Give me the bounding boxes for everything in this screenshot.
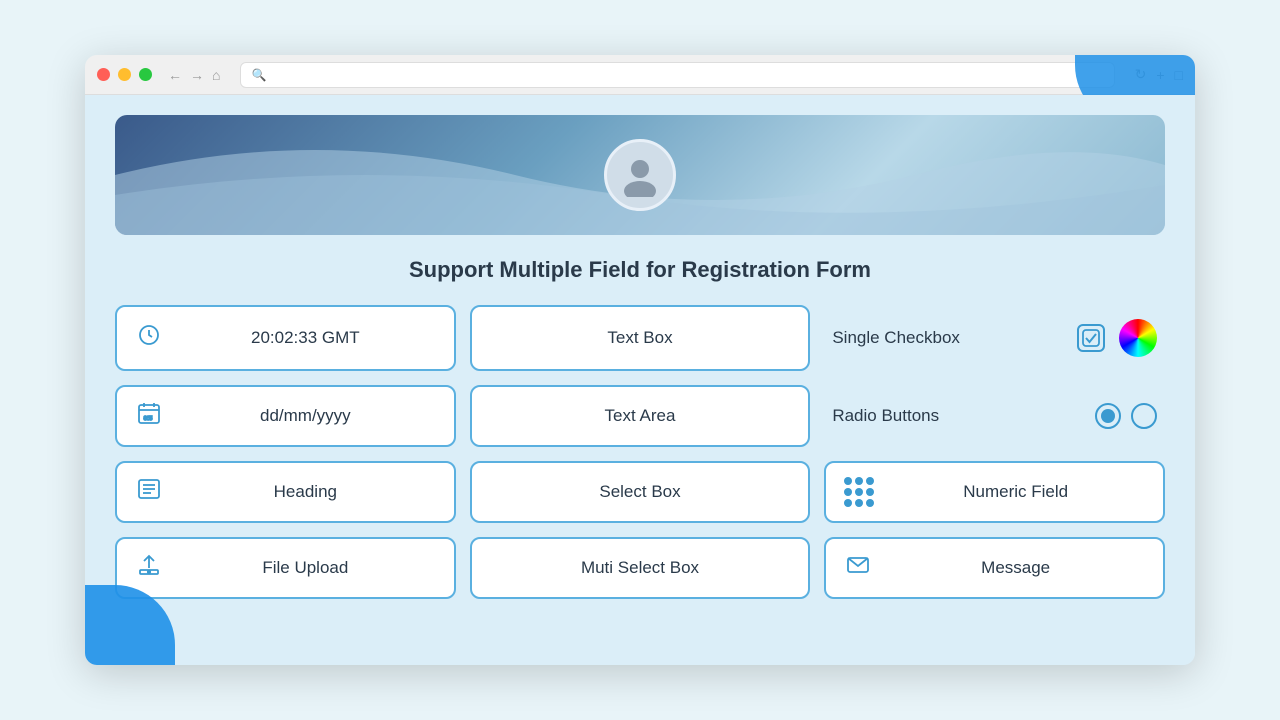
text-area-label: Text Area [490, 406, 791, 426]
text-box-field[interactable]: Text Box [470, 305, 811, 371]
traffic-light-red[interactable] [97, 68, 110, 81]
svg-text:365: 365 [144, 416, 153, 422]
browser-navigation: ← → ⌂ [168, 67, 220, 83]
upload-icon [135, 553, 163, 583]
envelope-icon [844, 553, 872, 583]
browser-content: Support Multiple Field for Registration … [85, 95, 1195, 665]
text-box-label: Text Box [490, 328, 791, 348]
checkbox-icon[interactable] [1077, 324, 1105, 352]
color-wheel-icon [1119, 319, 1157, 357]
file-upload-field[interactable]: File Upload [115, 537, 456, 599]
file-upload-label: File Upload [175, 558, 436, 578]
browser-titlebar: ← → ⌂ 🔍 ↻ + □ [85, 55, 1195, 95]
traffic-light-yellow[interactable] [118, 68, 131, 81]
select-box-label: Select Box [490, 482, 791, 502]
radio-button-unselected[interactable] [1131, 403, 1157, 429]
grid-dots-icon [844, 477, 872, 507]
single-checkbox-label: Single Checkbox [832, 328, 1067, 348]
time-field[interactable]: 20:02:33 GMT [115, 305, 456, 371]
numeric-field[interactable]: Numeric Field [824, 461, 1165, 523]
heading-label: Heading [175, 482, 436, 502]
header-banner [115, 115, 1165, 235]
browser-window: ← → ⌂ 🔍 ↻ + □ [85, 55, 1195, 665]
multi-select-field[interactable]: Muti Select Box [470, 537, 811, 599]
forward-icon[interactable]: → [190, 67, 204, 83]
back-icon[interactable]: ← [168, 67, 182, 83]
message-field[interactable]: Message [824, 537, 1165, 599]
time-value: 20:02:33 GMT [175, 328, 436, 348]
date-field[interactable]: 365 dd/mm/yyyy [115, 385, 456, 447]
radio-buttons-label: Radio Buttons [832, 406, 1085, 426]
search-icon: 🔍 [251, 68, 266, 82]
numeric-field-label: Numeric Field [886, 482, 1145, 502]
home-icon[interactable]: ⌂ [212, 67, 220, 83]
select-box-field[interactable]: Select Box [470, 461, 811, 523]
address-bar[interactable]: 🔍 [240, 62, 1114, 88]
text-area-field[interactable]: Text Area [470, 385, 811, 447]
user-avatar [604, 139, 676, 211]
clock-icon [135, 323, 163, 353]
calendar-icon: 365 [135, 401, 163, 431]
radio-buttons-field[interactable]: Radio Buttons [824, 385, 1165, 447]
message-label: Message [886, 558, 1145, 578]
date-value: dd/mm/yyyy [175, 406, 436, 426]
fields-grid: 20:02:33 GMT Text Box Single Checkbox [115, 305, 1165, 599]
heading-field[interactable]: Heading [115, 461, 456, 523]
multi-select-label: Muti Select Box [490, 558, 791, 578]
page-title: Support Multiple Field for Registration … [115, 257, 1165, 283]
single-checkbox-field[interactable]: Single Checkbox [824, 305, 1165, 371]
radio-button-selected[interactable] [1095, 403, 1121, 429]
traffic-light-green[interactable] [139, 68, 152, 81]
heading-icon [135, 477, 163, 507]
